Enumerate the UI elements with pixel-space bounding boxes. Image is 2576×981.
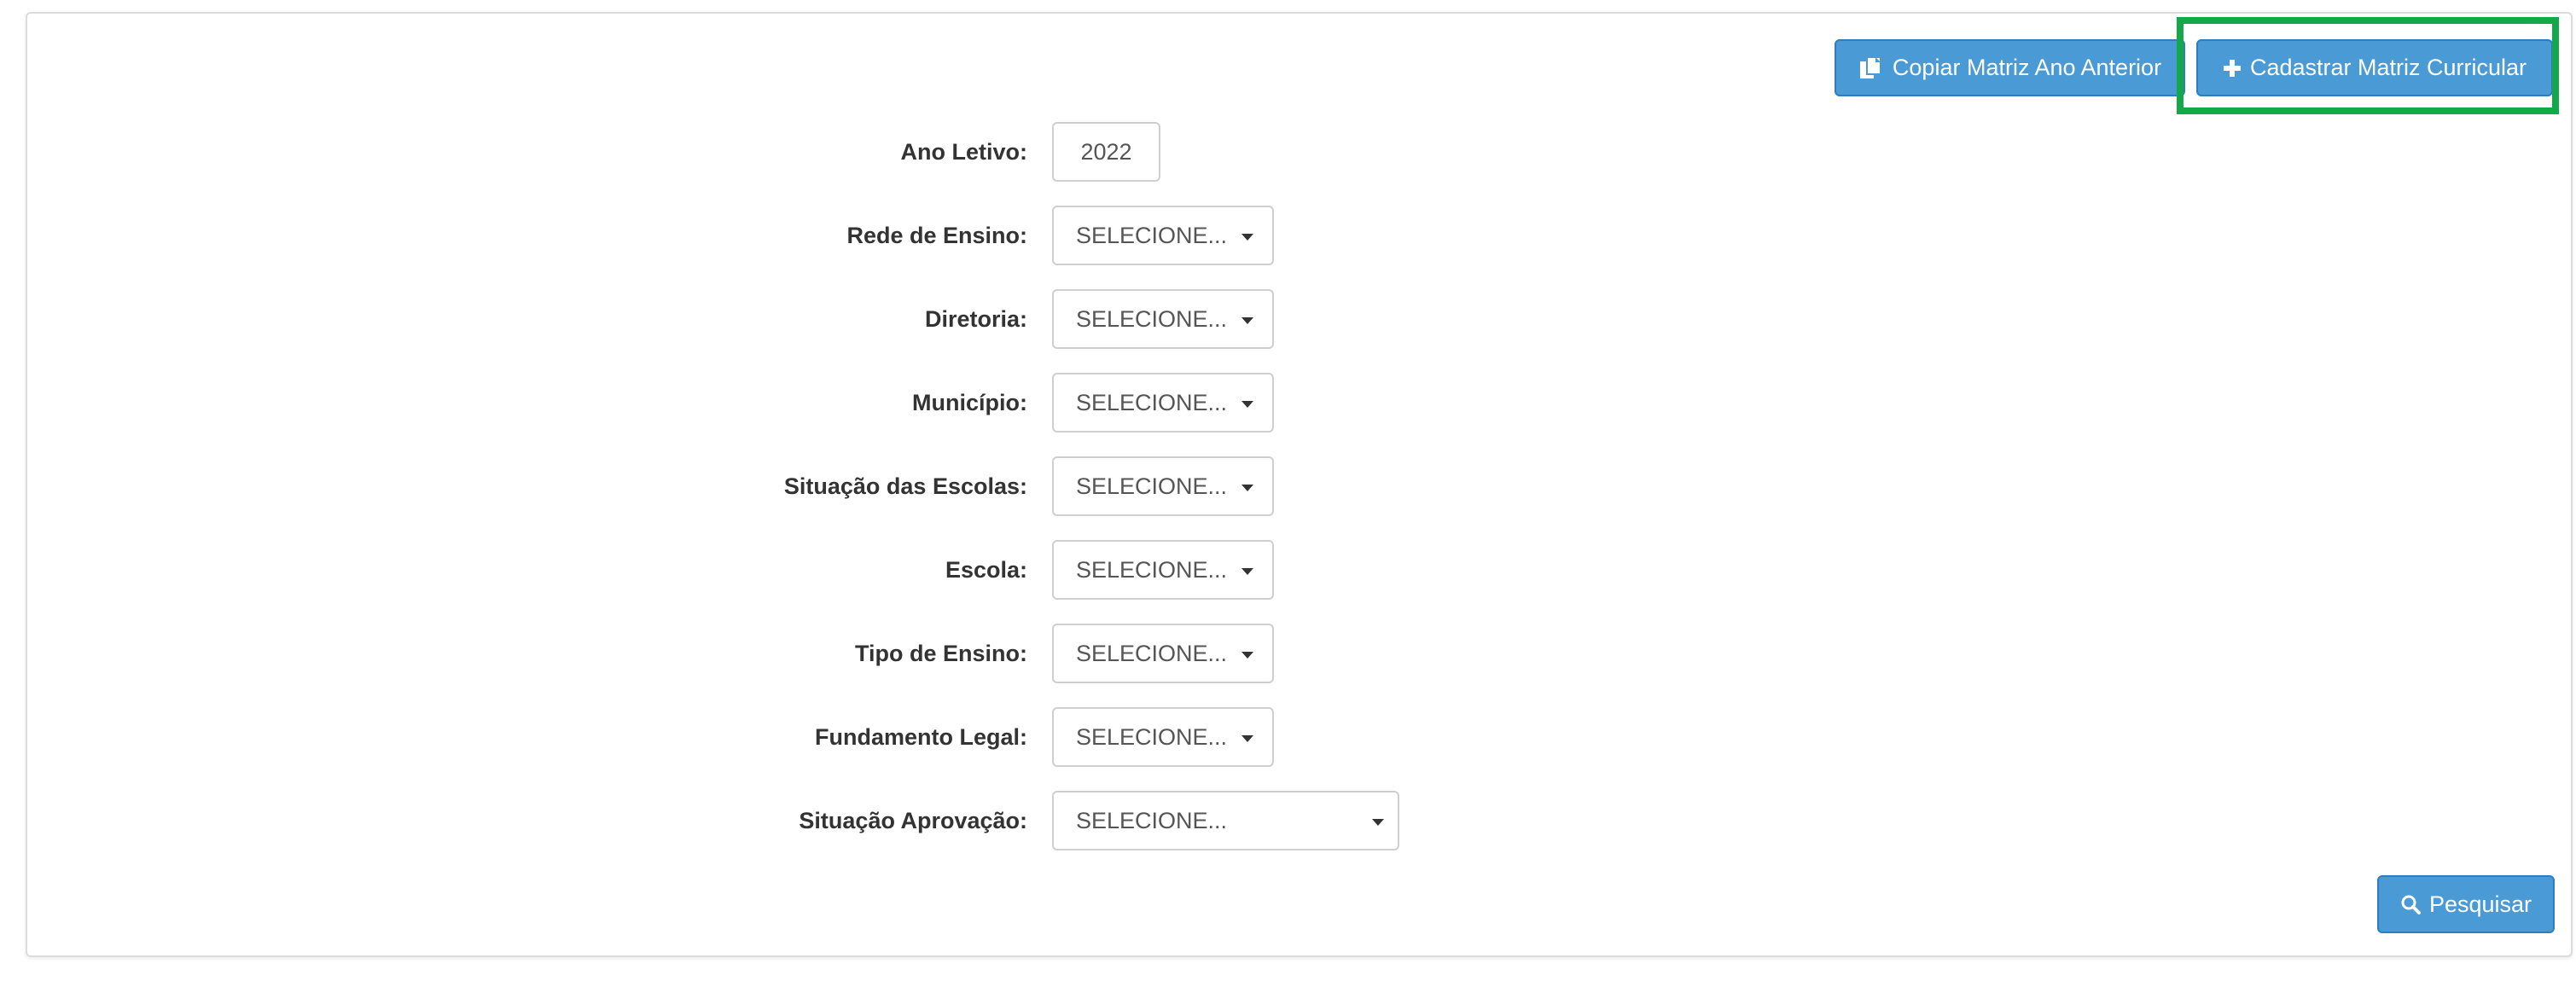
- caret-down-icon: [1241, 568, 1253, 575]
- field-row-approval-status: Situação Aprovação: SELECIONE...: [0, 791, 1536, 850]
- school-status-value: SELECIONE...: [1076, 473, 1228, 499]
- directorate-select[interactable]: SELECIONE...: [1052, 289, 1274, 349]
- legal-basis-value: SELECIONE...: [1076, 723, 1228, 750]
- search-icon: [2401, 895, 2421, 914]
- field-row-school-year: Ano Letivo: 2022: [0, 122, 1536, 182]
- legal-basis-select[interactable]: SELECIONE...: [1052, 707, 1274, 767]
- approval-status-label: Situação Aprovação:: [799, 808, 1027, 833]
- field-row-education-type: Tipo de Ensino: SELECIONE...: [0, 624, 1536, 683]
- legal-basis-label: Fundamento Legal:: [815, 724, 1027, 750]
- education-type-label: Tipo de Ensino:: [855, 641, 1027, 666]
- education-network-label: Rede de Ensino:: [846, 223, 1027, 248]
- search-button[interactable]: Pesquisar: [2377, 875, 2555, 933]
- highlight-box: [2177, 17, 2559, 114]
- approval-status-value: SELECIONE...: [1076, 807, 1228, 833]
- copy-previous-year-button[interactable]: Copiar Matriz Ano Anterior: [1835, 39, 2185, 96]
- caret-down-icon: [1241, 735, 1253, 742]
- education-network-value: SELECIONE...: [1076, 222, 1228, 248]
- municipality-label: Município:: [912, 390, 1027, 415]
- field-row-directorate: Diretoria: SELECIONE...: [0, 289, 1536, 349]
- school-select[interactable]: SELECIONE...: [1052, 540, 1274, 600]
- field-row-legal-basis: Fundamento Legal: SELECIONE...: [0, 707, 1536, 767]
- copy-icon: [1859, 55, 1881, 78]
- education-type-select[interactable]: SELECIONE...: [1052, 624, 1274, 683]
- school-year-value: 2022: [1080, 138, 1132, 165]
- caret-down-icon: [1241, 652, 1253, 659]
- copy-previous-year-label: Copiar Matriz Ano Anterior: [1892, 55, 2162, 80]
- field-row-school: Escola: SELECIONE...: [0, 540, 1536, 600]
- field-row-municipality: Município: SELECIONE...: [0, 373, 1536, 432]
- caret-down-icon: [1372, 819, 1384, 826]
- school-label: Escola:: [945, 557, 1027, 583]
- search-label: Pesquisar: [2428, 891, 2532, 917]
- approval-status-select[interactable]: SELECIONE...: [1052, 791, 1399, 850]
- education-type-value: SELECIONE...: [1076, 640, 1228, 666]
- municipality-select[interactable]: SELECIONE...: [1052, 373, 1274, 432]
- directorate-value: SELECIONE...: [1076, 305, 1228, 332]
- directorate-label: Diretoria:: [924, 306, 1027, 332]
- school-year-label: Ano Letivo:: [900, 139, 1028, 165]
- school-status-select[interactable]: SELECIONE...: [1052, 456, 1274, 516]
- school-status-label: Situação das Escolas:: [783, 473, 1027, 499]
- caret-down-icon: [1241, 485, 1253, 491]
- caret-down-icon: [1241, 401, 1253, 408]
- education-network-select[interactable]: SELECIONE...: [1052, 206, 1274, 265]
- caret-down-icon: [1241, 317, 1253, 324]
- field-row-school-status: Situação das Escolas: SELECIONE...: [0, 456, 1536, 516]
- municipality-value: SELECIONE...: [1076, 389, 1228, 415]
- school-value: SELECIONE...: [1076, 556, 1228, 583]
- school-year-input[interactable]: 2022: [1052, 122, 1160, 182]
- field-row-education-network: Rede de Ensino: SELECIONE...: [0, 206, 1536, 265]
- caret-down-icon: [1241, 234, 1253, 241]
